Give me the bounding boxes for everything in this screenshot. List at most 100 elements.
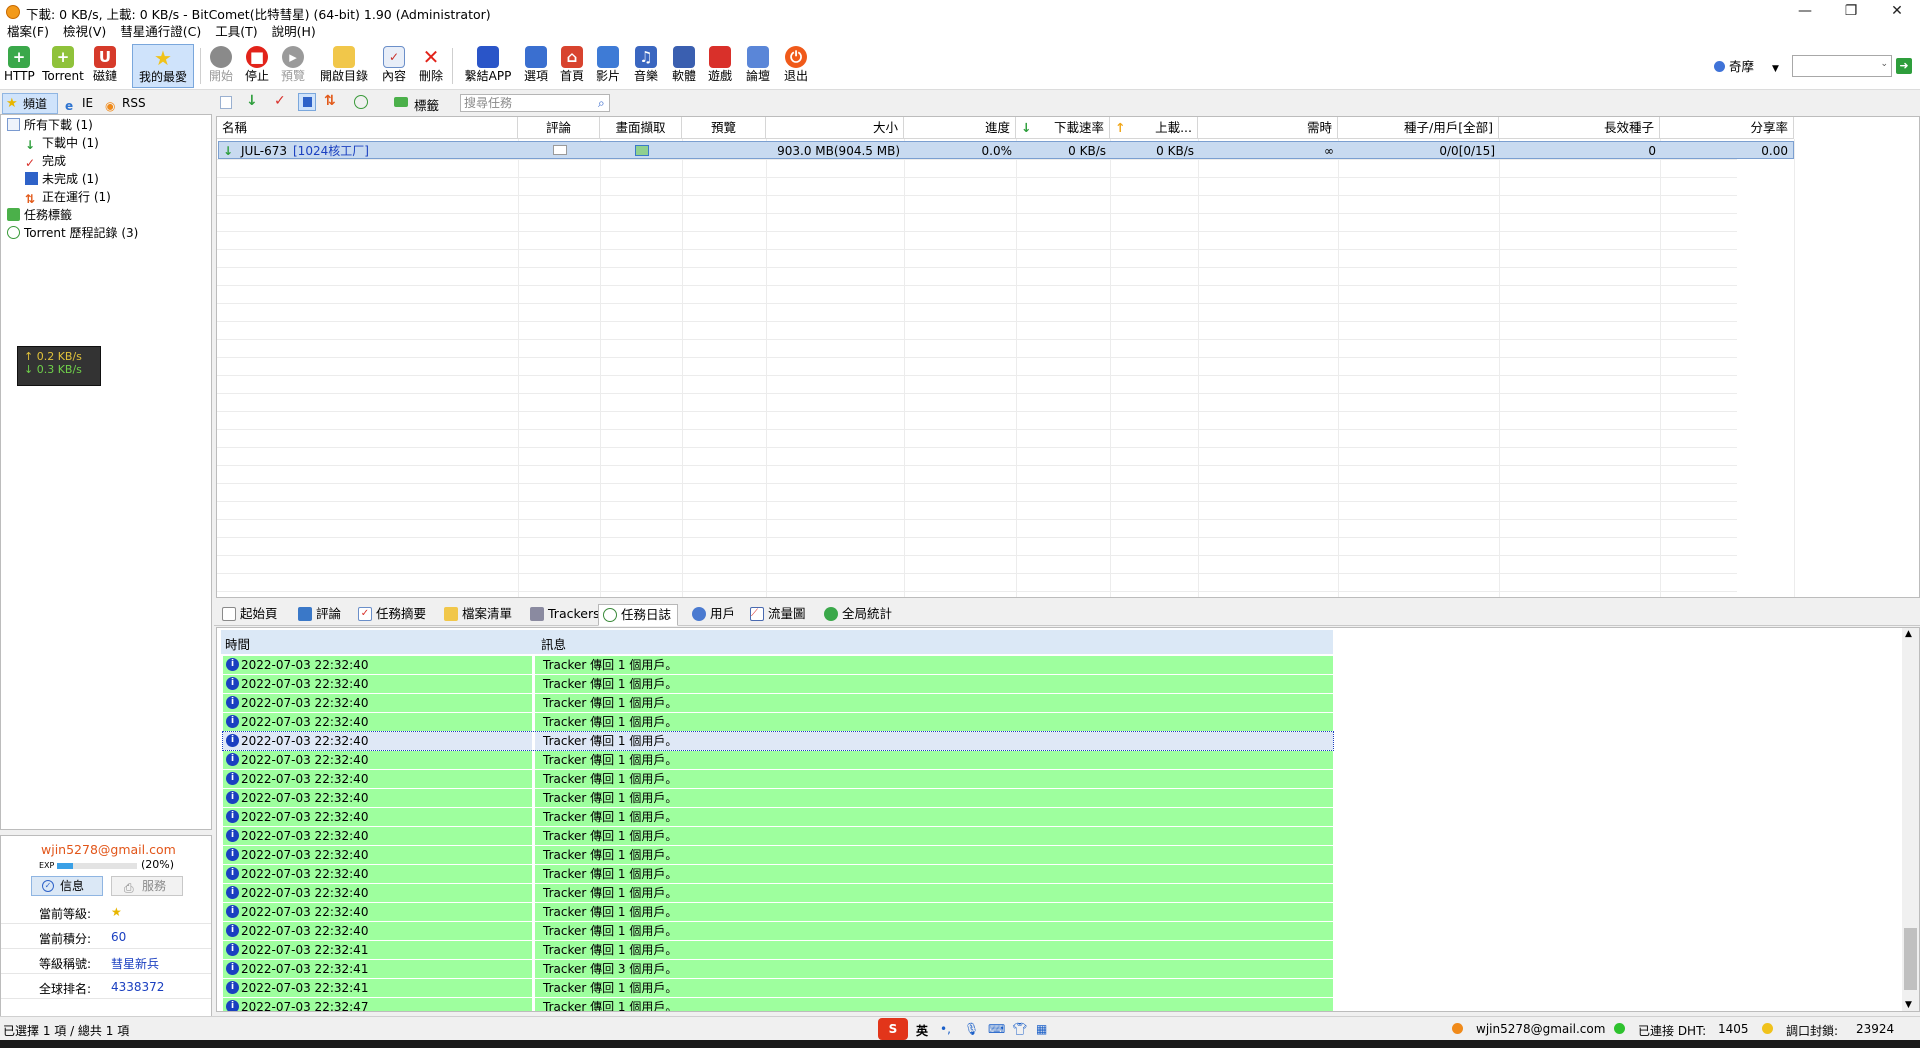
log-row[interactable]: 2022-07-03 22:32:40 Tracker 傳回 1 個用戶。 i bbox=[223, 827, 1333, 845]
scroll-up-icon[interactable]: ▲ bbox=[1905, 629, 1912, 639]
col-long-seeds[interactable]: 長效種子 bbox=[1499, 117, 1660, 139]
torrent-button[interactable]: + Torrent bbox=[40, 44, 86, 88]
tab-rss[interactable]: ◉ RSS bbox=[102, 93, 150, 114]
log-row[interactable]: 2022-07-03 22:32:40 Tracker 傳回 1 個用戶。 i bbox=[223, 808, 1333, 826]
log-row[interactable]: 2022-07-03 22:32:40 Tracker 傳回 1 個用戶。 i bbox=[223, 789, 1333, 807]
col-seeds-peers[interactable]: 種子/用戶[全部] bbox=[1338, 117, 1499, 139]
col-up-rate[interactable]: ↑ 上載... bbox=[1110, 117, 1198, 139]
log-row[interactable]: 2022-07-03 22:32:40 Tracker 傳回 1 個用戶。 i bbox=[223, 656, 1333, 674]
table-row[interactable]: ↓ JUL-673 [1024核工厂] 903.0 MB(904.5 MB) 0… bbox=[218, 141, 1794, 159]
delete-button[interactable]: ✕ 刪除 bbox=[416, 44, 446, 88]
tab-task-log[interactable]: 任務日誌 bbox=[598, 604, 679, 626]
software-button[interactable]: 軟體 bbox=[668, 44, 700, 88]
log-row[interactable]: 2022-07-03 22:32:41 Tracker 傳回 3 個用戶。 i bbox=[223, 960, 1333, 978]
downloading-filter-icon[interactable]: ↓ bbox=[246, 93, 258, 109]
start-button[interactable]: 開始 bbox=[206, 44, 236, 88]
col-share-ratio[interactable]: 分享率 bbox=[1660, 117, 1794, 139]
log-row[interactable]: 2022-07-03 22:32:40 Tracker 傳回 1 個用戶。 i bbox=[223, 694, 1333, 712]
log-row[interactable]: 2022-07-03 22:32:40 Tracker 傳回 1 個用戶。 i bbox=[223, 713, 1333, 731]
tab-trackers[interactable]: Trackers bbox=[526, 604, 606, 626]
log-row[interactable]: 2022-07-03 22:32:41 Tracker 傳回 1 個用戶。 i bbox=[223, 979, 1333, 997]
menu-help[interactable]: 說明(H) bbox=[265, 22, 323, 42]
completed-filter-icon[interactable]: ✓ bbox=[274, 93, 286, 109]
minimize-button[interactable]: — bbox=[1782, 0, 1828, 24]
log-row[interactable]: 2022-07-03 22:32:40 Tracker 傳回 1 個用戶。 i bbox=[223, 884, 1333, 902]
bind-app-button[interactable]: 繫結APP bbox=[460, 44, 516, 88]
col-size[interactable]: 大小 bbox=[766, 117, 904, 139]
menu-pass[interactable]: 彗星通行證(C) bbox=[113, 22, 208, 42]
menu-file[interactable]: 檔案(F) bbox=[0, 22, 56, 42]
tag-button[interactable]: 標籤 bbox=[414, 95, 439, 114]
tree-completed[interactable]: ✓ 完成 bbox=[25, 153, 66, 170]
video-button[interactable]: 影片 bbox=[592, 44, 624, 88]
tab-start-page[interactable]: 起始頁 bbox=[218, 604, 284, 626]
preview-button[interactable]: ▸ 預覽 bbox=[278, 44, 308, 88]
col-progress[interactable]: 進度 bbox=[904, 117, 1016, 139]
tab-comments[interactable]: 評論 bbox=[294, 604, 347, 626]
tree-running[interactable]: ⇅ 正在運行 (1) bbox=[25, 189, 111, 206]
log-row[interactable]: 2022-07-03 22:32:40 Tracker 傳回 1 個用戶。 i bbox=[223, 751, 1333, 769]
user-email[interactable]: wjin5278@gmail.com bbox=[41, 842, 176, 857]
restore-button[interactable]: ❐ bbox=[1828, 0, 1874, 24]
home-button[interactable]: ⌂ 首頁 bbox=[556, 44, 588, 88]
log-row[interactable]: 2022-07-03 22:32:40 Tracker 傳回 1 個用戶。 i bbox=[223, 865, 1333, 883]
col-name[interactable]: 名稱 bbox=[217, 117, 518, 139]
skin-icon[interactable]: 👕︎ bbox=[1012, 1022, 1027, 1036]
task-search-input[interactable]: 搜尋任務 bbox=[460, 94, 610, 112]
menu-view[interactable]: 檢視(V) bbox=[56, 22, 113, 42]
log-row[interactable]: 2022-07-03 22:32:40 Tracker 傳回 1 個用戶。 i bbox=[223, 922, 1333, 940]
log-row[interactable]: 2022-07-03 22:32:47 Tracker 傳回 1 個用戶。 i bbox=[223, 998, 1333, 1011]
account-email[interactable]: wjin5278@gmail.com bbox=[1476, 1022, 1605, 1036]
running-filter-icon[interactable]: ⇅ bbox=[324, 93, 336, 109]
tree-task-labels[interactable]: 任務標籤 bbox=[7, 207, 72, 223]
punctuation-icon[interactable]: •, bbox=[940, 1022, 951, 1036]
col-screenshot[interactable]: 畫面擷取 bbox=[600, 117, 682, 139]
col-down-rate[interactable]: ↓ 下載速率 bbox=[1016, 117, 1110, 139]
toolbox-icon[interactable]: ▦ bbox=[1036, 1022, 1047, 1036]
tree-downloading[interactable]: ↓ 下載中 (1) bbox=[25, 135, 99, 152]
search-go-button[interactable]: ➜ bbox=[1896, 58, 1912, 74]
tab-info[interactable]: ✓ 信息 bbox=[31, 876, 103, 896]
tab-traffic-graph[interactable]: ⟋ 流量圖 bbox=[746, 604, 812, 626]
log-row[interactable]: 2022-07-03 22:32:40 Tracker 傳回 1 個用戶。 i bbox=[223, 903, 1333, 921]
http-button[interactable]: + HTTP bbox=[4, 44, 35, 88]
col-message[interactable]: 訊息 bbox=[541, 634, 566, 653]
scroll-down-icon[interactable]: ▼ bbox=[1905, 1000, 1912, 1010]
web-search-combo[interactable]: ⌄ bbox=[1792, 55, 1892, 77]
log-row[interactable]: 2022-07-03 22:32:41 Tracker 傳回 1 個用戶。 i bbox=[223, 941, 1333, 959]
comment-icon[interactable] bbox=[553, 145, 567, 155]
log-row[interactable]: 2022-07-03 22:32:40 Tracker 傳回 1 個用戶。 i bbox=[223, 846, 1333, 864]
options-button[interactable]: 選項 bbox=[520, 44, 552, 88]
exit-button[interactable]: ⏻ 退出 bbox=[780, 44, 812, 88]
sogou-ime-icon[interactable]: S bbox=[878, 1018, 908, 1040]
tab-service[interactable]: ⎙ 服務 bbox=[111, 876, 183, 896]
search-icon[interactable]: ⌕ bbox=[598, 96, 605, 111]
screenshot-icon[interactable] bbox=[635, 145, 649, 156]
speed-floating-window[interactable]: ↑ 0.2 KB/s ↓ 0.3 KB/s bbox=[17, 346, 101, 386]
magnet-button[interactable]: U 磁鏈 bbox=[90, 44, 120, 88]
tab-channel[interactable]: ★ 頻道 bbox=[2, 93, 58, 114]
tab-ie[interactable]: e IE bbox=[62, 93, 98, 114]
col-time[interactable]: 時間 bbox=[225, 634, 250, 653]
history-filter-icon[interactable] bbox=[354, 95, 368, 109]
game-button[interactable]: 遊戲 bbox=[704, 44, 736, 88]
music-button[interactable]: ♫ 音樂 bbox=[630, 44, 662, 88]
tab-global-stats[interactable]: 全局統計 bbox=[820, 604, 898, 626]
col-eta[interactable]: 需時 bbox=[1198, 117, 1338, 139]
open-folder-button[interactable]: 開啟目錄 bbox=[316, 44, 372, 88]
tree-incomplete[interactable]: 未完成 (1) bbox=[25, 171, 99, 187]
stop-button[interactable]: ■ 停止 bbox=[242, 44, 272, 88]
favorites-button[interactable]: ★ 我的最愛 bbox=[132, 44, 194, 88]
properties-button[interactable]: ✓ 內容 bbox=[378, 44, 410, 88]
tab-file-list[interactable]: 檔案清單 bbox=[440, 604, 518, 626]
scrollbar-thumb[interactable] bbox=[1904, 928, 1917, 990]
search-engine-dropdown[interactable]: 奇摩 ▼ bbox=[1714, 56, 1779, 76]
col-comment[interactable]: 評論 bbox=[518, 117, 600, 139]
col-preview[interactable]: 預覽 bbox=[682, 117, 766, 139]
ime-language[interactable]: 英 bbox=[916, 1022, 928, 1039]
tree-all-downloads[interactable]: 所有下載 (1) bbox=[7, 117, 93, 133]
all-tasks-icon[interactable] bbox=[220, 96, 232, 109]
log-row[interactable]: 2022-07-03 22:32:40 Tracker 傳回 1 個用戶。 i bbox=[223, 770, 1333, 788]
log-row[interactable]: 2022-07-03 22:32:40 Tracker 傳回 1 個用戶。 i bbox=[222, 731, 1334, 751]
menu-tools[interactable]: 工具(T) bbox=[208, 22, 264, 42]
